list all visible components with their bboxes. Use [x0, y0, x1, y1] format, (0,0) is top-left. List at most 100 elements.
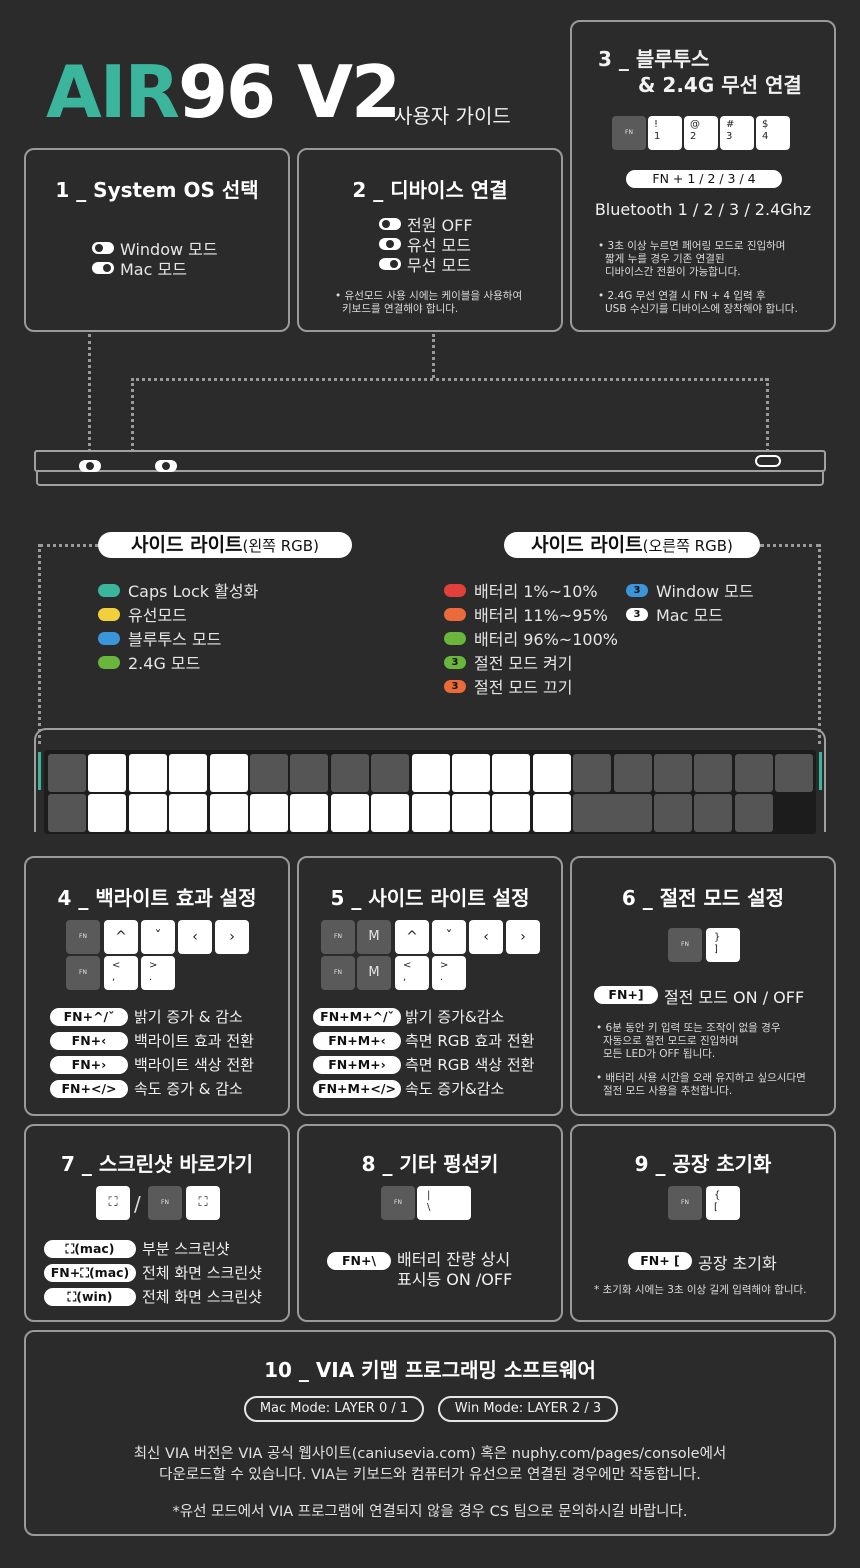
fn-key: FN — [321, 956, 355, 990]
key-right: › — [215, 920, 249, 954]
note-line: USB 수신기를 디바이스에 장착해야 합니다. — [605, 303, 798, 315]
os-switch-icon[interactable] — [79, 459, 101, 472]
section-sleep-mode: 6 _ 절전 모드 설정 FN } ] FN+] 절전 모드 ON / OFF … — [570, 856, 836, 1116]
via-footnote: *유선 모드에서 VIA 프로그램에 연결되지 않을 경우 CS 팀으로 문의하… — [172, 1504, 688, 1520]
shortcut-desc: 속도 증가 & 감소 — [134, 1080, 243, 1098]
fn-key: FN — [612, 116, 646, 150]
side-light-left-legend: Caps Lock 활성화 유선모드 블루투스 모드 2.4G 모드 — [98, 578, 258, 674]
keyboard-key — [734, 794, 773, 832]
legend-label: Mac 모드 — [656, 606, 723, 625]
legend-item: 2.4G 모드 — [98, 650, 258, 674]
keyboard-key — [88, 754, 127, 792]
legend-item: 3 Mac 모드 — [626, 602, 754, 626]
key-2: @2 — [684, 116, 718, 150]
keyboard-key — [371, 794, 410, 832]
keyboard-key — [290, 754, 329, 792]
power-switch-icon[interactable] — [155, 459, 178, 472]
legend-label: 절전 모드 켜기 — [474, 654, 573, 673]
section-other-function-keys: 8 _ 기타 펑션키 FN | \ FN+\ 배터리 잔량 상시 표시등 ON … — [297, 1124, 563, 1322]
section-os-select: 1 _ System OS 선택 Window 모드 Mac 모드 — [24, 148, 290, 332]
body-line: 다운로드할 수 있습니다. VIA는 키보드와 컴퓨터가 유선으로 연결된 경우… — [159, 1467, 701, 1483]
key-period: > . — [141, 956, 175, 990]
os-option-window[interactable]: Window 모드 — [92, 238, 218, 259]
shortcut-pill: FN+M+</> — [313, 1080, 401, 1098]
bluetooth-shortcut-pill: FN + 1 / 2 / 3 / 4 — [626, 170, 782, 188]
pill-subtitle: (왼쪽 RGB) — [242, 537, 319, 555]
legend-item: Caps Lock 활성화 — [98, 578, 258, 602]
note-line: • 2.4G 무선 연결 시 FN + 4 입력 후 — [598, 290, 766, 302]
keyboard-key — [209, 754, 248, 792]
legend-item: 3 Window 모드 — [626, 578, 754, 602]
section2-note: • 유선모드 사용 시에는 케이블을 사용하여 키보드를 연결해야 합니다. — [335, 290, 522, 316]
keyboard-key — [775, 754, 814, 792]
screenshot-key-icon: ⛶ — [186, 1186, 220, 1220]
led-badge-icon: 3 — [626, 607, 648, 621]
mode-wired[interactable]: 유선 모드 — [379, 234, 473, 255]
shortcut-desc: 부분 스크린샷 — [142, 1240, 230, 1258]
pill-title: 사이드 라이트 — [531, 534, 643, 556]
key-backslash: | \ — [417, 1186, 471, 1220]
legend-label: 배터리 11%~95% — [474, 606, 608, 625]
brand-main: 96 V2 — [177, 50, 401, 134]
fn-key: FN — [321, 920, 355, 954]
legend-item: 배터리 1%~10% — [444, 578, 618, 602]
shortcut-desc: 밝기 증가&감소 — [405, 1008, 505, 1026]
mode-power-off[interactable]: 전원 OFF — [379, 214, 473, 235]
keyboard-key — [573, 754, 612, 792]
side-light-right-legend2: 3 Window 모드 3 Mac 모드 — [626, 578, 754, 626]
fn-key: FN — [668, 1186, 702, 1220]
connector-line — [131, 378, 768, 381]
shortcut-pill: FN+</> — [50, 1080, 128, 1098]
key-bracket-left: { [ — [706, 1186, 740, 1220]
keyboard-key — [169, 754, 208, 792]
bluetooth-desc: Bluetooth 1 / 2 / 3 / 2.4Ghz — [594, 200, 812, 219]
shortcut-pill: FN+› — [50, 1056, 128, 1074]
key-4: $4 — [756, 116, 790, 150]
toggle-left-icon — [92, 242, 114, 254]
keyboard-key — [371, 754, 410, 792]
section-via: 10 _ VIA 키맵 프로그래밍 소프트웨어 Mac Mode: LAYER … — [24, 1330, 836, 1536]
keyboard-key — [654, 754, 692, 792]
keyboard-key — [330, 794, 369, 832]
connector-line — [40, 544, 98, 547]
usb-c-port-icon[interactable] — [755, 455, 781, 467]
section-factory-reset: 9 _ 공장 초기화 FN { [ FN+ [ 공장 초기화 * 초기화 시에는… — [570, 1124, 836, 1322]
body-line: 최신 VIA 버전은 VIA 공식 웹사이트(caniusevia.com) 혹… — [133, 1446, 727, 1462]
left-side-light — [38, 752, 41, 790]
key-top: # — [726, 119, 735, 130]
led-dot-icon — [444, 631, 466, 645]
key-top: @ — [690, 119, 700, 130]
pill-subtitle: (오른쪽 RGB) — [642, 537, 733, 555]
battery-shortcut-desc: 배터리 잔량 상시 표시등 ON /OFF — [397, 1250, 512, 1290]
sleep-shortcut-pill: FN+] — [594, 986, 658, 1004]
key-down: ˇ — [432, 920, 466, 954]
keyboard-key — [573, 794, 652, 832]
pill-title: 사이드 라이트 — [131, 534, 243, 556]
connector-line — [38, 544, 41, 744]
keyboard-key — [209, 794, 248, 832]
shortcut-pill: FN+M+› — [313, 1056, 401, 1074]
section9-note: * 초기화 시에는 3초 이상 길게 입력해야 합니다. — [594, 1284, 807, 1296]
side-light-right-legend: 배터리 1%~10% 배터리 11%~95% 배터리 96%~100% 3 절전 모드 … — [444, 578, 618, 698]
keyboard-key — [88, 794, 127, 832]
legend-item: 유선모드 — [98, 602, 258, 626]
via-description: 최신 VIA 버전은 VIA 공식 웹사이트(caniusevia.com) 혹… — [26, 1444, 834, 1486]
toggle-left-icon — [379, 218, 401, 230]
key-bottom: 3 — [726, 131, 733, 142]
side-light-left-pill: 사이드 라이트(왼쪽 RGB) — [98, 532, 352, 558]
keyboard-key — [128, 794, 167, 832]
led-dot-icon — [444, 583, 466, 597]
mode-wireless[interactable]: 무선 모드 — [379, 254, 473, 275]
keyboard-key — [532, 794, 571, 832]
section2-title: 2 _ 디바이스 연결 — [352, 178, 508, 202]
key-right: › — [506, 920, 540, 954]
os-option-mac[interactable]: Mac 모드 — [92, 258, 218, 279]
side-light-right-pill: 사이드 라이트(오른쪽 RGB) — [504, 532, 760, 558]
shortcut-desc: 측면 RGB 효과 전환 — [405, 1032, 535, 1050]
keyboard-key — [452, 754, 490, 792]
shortcut-pill: ⛶(win) — [44, 1288, 136, 1306]
keyboard-key — [169, 794, 208, 832]
fn-key: FN — [148, 1186, 182, 1220]
keyboard-key — [290, 794, 329, 832]
legend-label: 2.4G 모드 — [128, 654, 201, 673]
